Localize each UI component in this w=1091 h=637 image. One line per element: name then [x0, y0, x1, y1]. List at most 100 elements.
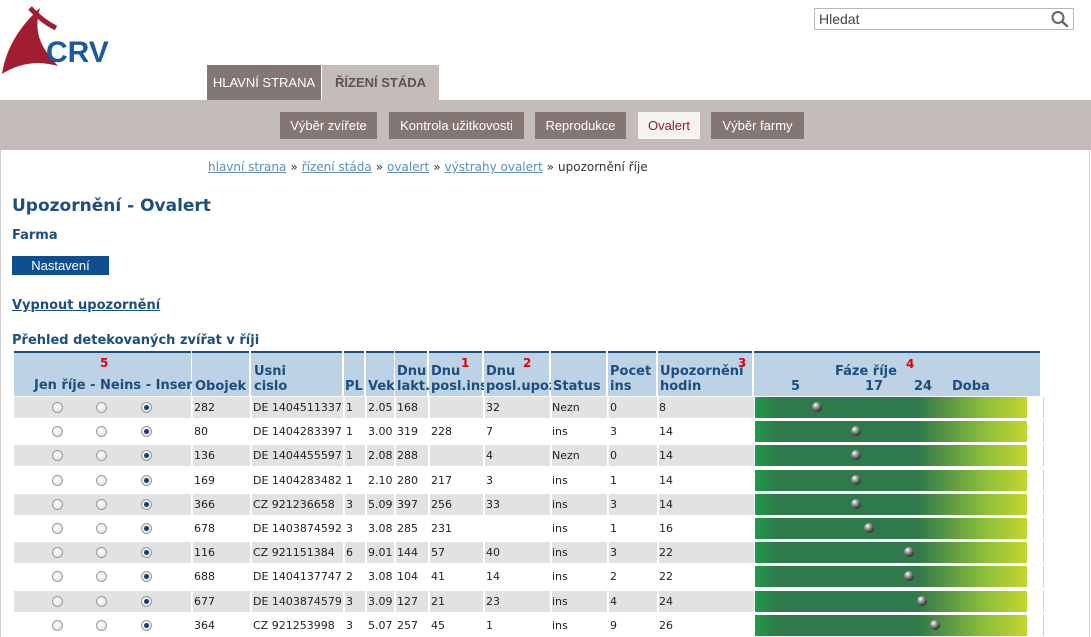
cell-dnu-lakt: 144	[397, 546, 418, 559]
header-pocet-ins-line2: ins	[610, 379, 632, 394]
column-divider	[428, 615, 430, 636]
tab-home[interactable]: Hlavní strana	[207, 65, 321, 100]
radio-not-inseminated[interactable]	[96, 523, 107, 534]
column-divider	[607, 397, 609, 418]
crv-logo[interactable]: CRV	[0, 6, 120, 80]
radio-not-inseminated[interactable]	[96, 596, 107, 607]
search-box[interactable]	[814, 8, 1074, 30]
phase-label-17: 17	[865, 379, 884, 394]
heat-phase-marker	[851, 475, 861, 485]
phase-label-5: 5	[791, 379, 801, 394]
cell-pl: 3	[346, 619, 353, 632]
radio-inseminated[interactable]	[141, 523, 152, 534]
header-usni-line2: cislo	[254, 379, 288, 394]
radio-inseminated[interactable]	[141, 450, 152, 461]
column-divider	[343, 421, 345, 442]
radio-only-heat[interactable]	[52, 620, 63, 631]
radio-not-inseminated[interactable]	[96, 426, 107, 437]
radio-not-inseminated[interactable]	[96, 547, 107, 558]
radio-not-inseminated[interactable]	[96, 620, 107, 631]
header-obojek: Obojek	[192, 351, 249, 396]
column-divider	[394, 445, 396, 466]
radio-only-heat[interactable]	[52, 547, 63, 558]
cell-dnu-lakt: 104	[397, 570, 418, 583]
column-divider	[428, 494, 430, 515]
cell-vek: 3.08	[368, 570, 393, 583]
subnav-ovalert[interactable]: Ovalert	[638, 112, 700, 139]
cell-pocet-ins: 0	[610, 401, 617, 414]
cell-usni: DE 1403874579	[253, 595, 342, 608]
column-divider	[365, 470, 367, 491]
column-divider	[191, 518, 193, 539]
header-vek-label: Vek	[368, 379, 395, 394]
radio-inseminated[interactable]	[141, 499, 152, 510]
column-divider	[365, 615, 367, 636]
cell-pocet-ins: 4	[610, 595, 617, 608]
column-divider	[343, 494, 345, 515]
subnav-farm-selection[interactable]: Výběr farmy	[711, 112, 804, 139]
cell-dnu-posl-ins: 57	[431, 546, 445, 559]
radio-only-heat[interactable]	[52, 499, 63, 510]
breadcrumb-link-alerts[interactable]: výstrahy ovalert	[445, 160, 543, 174]
radio-inseminated[interactable]	[141, 547, 152, 558]
column-divider	[394, 615, 396, 636]
cell-obojek: 364	[194, 619, 215, 632]
radio-inseminated[interactable]	[141, 571, 152, 582]
radio-only-heat[interactable]	[52, 523, 63, 534]
radio-not-inseminated[interactable]	[96, 499, 107, 510]
breadcrumb-link-ovalert[interactable]: ovalert	[387, 160, 429, 174]
header-obojek-label: Obojek	[195, 379, 247, 394]
radio-not-inseminated[interactable]	[96, 571, 107, 582]
radio-only-heat[interactable]	[52, 596, 63, 607]
cell-usni: CZ 921253998	[253, 619, 335, 632]
disable-alerts-link[interactable]: Vypnout upozornění	[12, 298, 160, 313]
cell-usni: DE 1404283482	[253, 474, 342, 487]
phase-label-24: 24	[914, 379, 933, 394]
column-divider	[250, 470, 252, 491]
tab-herd-management[interactable]: Řízení stáda	[322, 65, 439, 100]
breadcrumb-link-herd[interactable]: řízení stáda	[302, 160, 372, 174]
radio-inseminated[interactable]	[141, 620, 152, 631]
subnav-reproduction[interactable]: Reprodukce	[535, 112, 626, 139]
cell-pocet-ins: 0	[610, 449, 617, 462]
cell-vek: 9.01	[368, 546, 393, 559]
column-divider	[250, 494, 252, 515]
cell-usni: DE 1404137747	[253, 570, 342, 583]
radio-inseminated[interactable]	[141, 426, 152, 437]
radio-not-inseminated[interactable]	[96, 475, 107, 486]
radio-only-heat[interactable]	[52, 402, 63, 413]
radio-only-heat[interactable]	[52, 475, 63, 486]
column-divider	[365, 494, 367, 515]
radio-not-inseminated[interactable]	[96, 402, 107, 413]
column-divider	[365, 518, 367, 539]
column-divider	[394, 566, 396, 587]
settings-button[interactable]: Nastavení	[12, 256, 109, 275]
search-input[interactable]	[815, 9, 1045, 29]
search-icon[interactable]	[1050, 10, 1070, 28]
subnav-animal-selection[interactable]: Výběr zvířete	[280, 112, 377, 139]
radio-inseminated[interactable]	[141, 596, 152, 607]
row-end-divider	[1043, 518, 1044, 539]
column-divider	[607, 421, 609, 442]
radio-only-heat[interactable]	[52, 571, 63, 582]
column-divider	[250, 542, 252, 563]
heat-phase-bar	[755, 591, 1027, 612]
cell-dnu-posl-ins: 21	[431, 595, 445, 608]
cell-dnu-posl-upoz: 14	[486, 570, 500, 583]
radio-only-heat[interactable]	[52, 426, 63, 437]
column-divider	[365, 397, 367, 418]
cell-usni: DE 1404455597	[253, 449, 342, 462]
column-divider	[483, 518, 485, 539]
radio-only-heat[interactable]	[52, 450, 63, 461]
heat-phase-marker	[930, 620, 940, 630]
subnav-performance-control[interactable]: Kontrola užitkovosti	[389, 112, 524, 139]
cell-pl: 1	[346, 401, 353, 414]
radio-inseminated[interactable]	[141, 402, 152, 413]
phase-label-doba: Doba	[952, 379, 990, 394]
breadcrumb-link-home[interactable]: hlavní strana	[208, 160, 286, 174]
header-dnu-posl-upoz-label: Dnu posl.upoz	[486, 364, 556, 394]
radio-inseminated[interactable]	[141, 475, 152, 486]
header-dnu-posl-ins-label: Dnu posl.ins	[431, 364, 488, 394]
radio-not-inseminated[interactable]	[96, 450, 107, 461]
header-radio-labels: Jen říje - Neins - Insem	[34, 378, 200, 393]
